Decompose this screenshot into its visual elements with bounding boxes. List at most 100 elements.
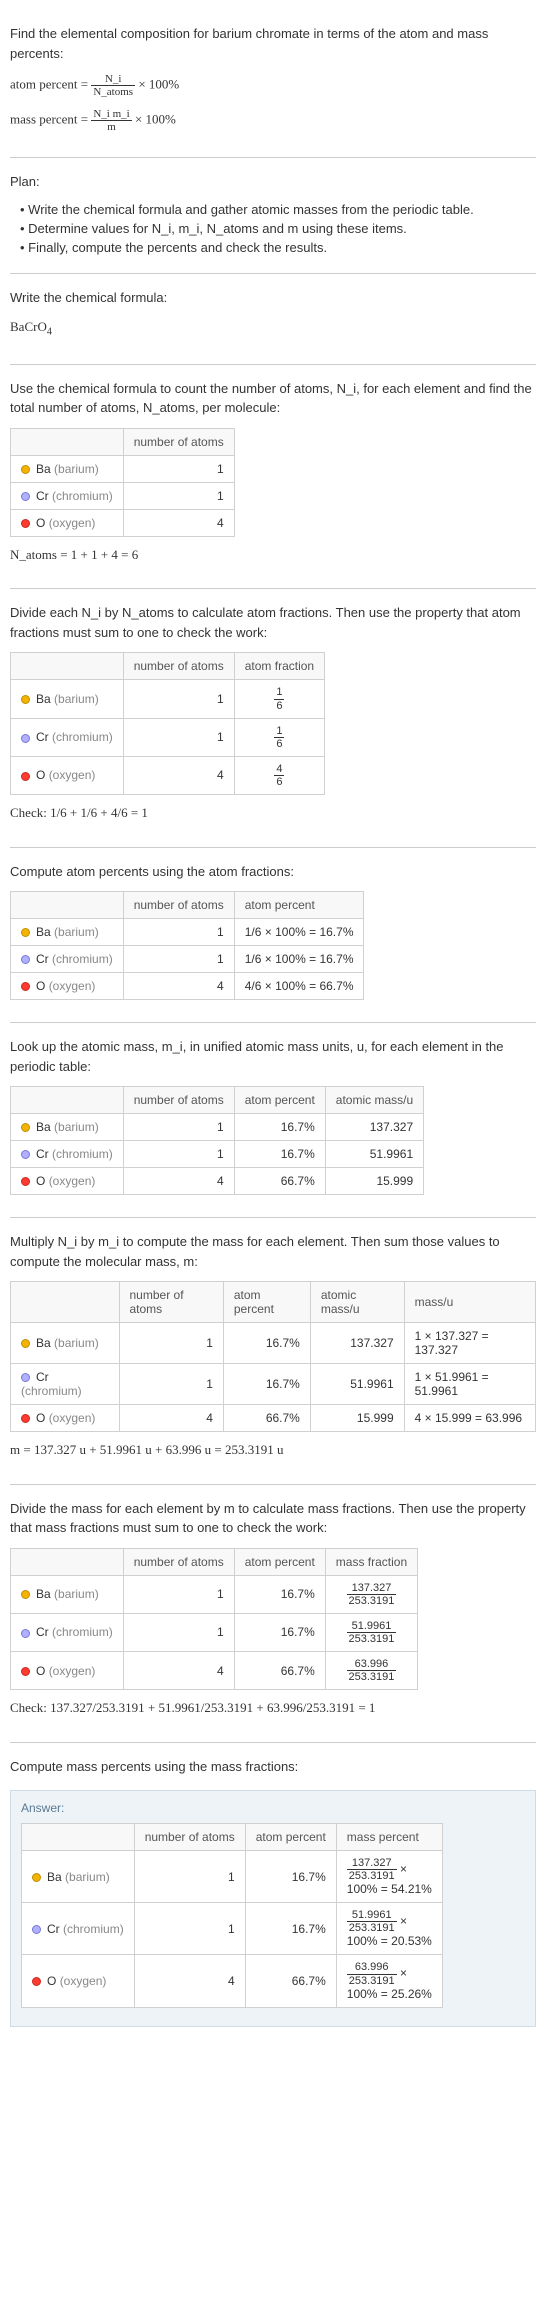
hdr-atom-percent: atom percent (223, 1282, 310, 1323)
frac-num: N_i m_i (91, 108, 131, 121)
mass-percent-result: 100% = 25.26% (347, 1987, 432, 2001)
answer-table: number of atomsatom percentmass percent … (21, 1823, 443, 2008)
table-row: Ba (barium) 1 16.7% 137.327253.3191 (11, 1575, 418, 1613)
mass-calc: 1 × 137.327 = 137.327 (404, 1323, 535, 1364)
table-row: O (oxygen) 4 4/6 × 100% = 66.7% (11, 973, 364, 1000)
times-label: × (397, 1966, 407, 1980)
atom-percent: 16.7% (223, 1364, 310, 1405)
hdr-num-atoms: number of atoms (123, 892, 234, 919)
element-dot-icon (21, 1339, 30, 1348)
n-atoms: 1 (123, 919, 234, 946)
plan-title: Plan: (10, 172, 536, 192)
frac-num: 1 (274, 725, 284, 738)
element-symbol: O (36, 1411, 45, 1425)
element-symbol: O (47, 1974, 56, 1988)
hdr-atom-percent: atom percent (234, 1087, 325, 1114)
massfrac-check: Check: 137.327/253.3191 + 51.9961/253.31… (10, 1698, 536, 1718)
mass-percent-frac: 63.996253.3191 (347, 1961, 397, 1986)
frac-den: 253.3191 (347, 1975, 397, 1987)
element-dot-icon (21, 492, 30, 501)
atommass-section: Look up the atomic mass, m_i, in unified… (10, 1023, 536, 1218)
mass-percent-frac: N_i m_i m (91, 108, 131, 133)
atom-fraction: 16 (274, 686, 284, 711)
hdr-num-atoms: number of atoms (123, 1548, 234, 1575)
table-row: Cr (chromium) 1 16.7% 51.9961253.3191 × … (22, 1903, 443, 1955)
times-100: × 100% (138, 77, 179, 92)
frac-num: 63.996 (347, 1658, 397, 1671)
n-atoms: 1 (123, 455, 234, 482)
mass-percent-result: 100% = 54.21% (347, 1882, 432, 1896)
table-row: Cr (chromium) 1 (11, 482, 235, 509)
element-dot-icon (21, 734, 30, 743)
table-row: Ba (barium) 1 1/6 × 100% = 16.7% (11, 919, 364, 946)
element-dot-icon (21, 928, 30, 937)
atom-percent: 16.7% (234, 1141, 325, 1168)
element-symbol: Ba (36, 1587, 51, 1601)
n-atoms: 1 (134, 1903, 245, 1955)
n-atoms: 1 (123, 1141, 234, 1168)
element-dot-icon (21, 1414, 30, 1423)
hdr-mass-percent: mass percent (336, 1824, 442, 1851)
hdr-num-atoms: number of atoms (119, 1282, 223, 1323)
element-name: (chromium) (52, 1147, 113, 1161)
element-symbol: Ba (36, 1336, 51, 1350)
element-symbol: O (36, 516, 45, 530)
plan-bullet: • Finally, compute the percents and chec… (10, 240, 536, 255)
n-atoms: 1 (123, 680, 234, 718)
frac-den: 253.3191 (347, 1595, 397, 1607)
atom-percent-def: atom percent = N_i N_atoms × 100% (10, 73, 536, 98)
atomfrac-title: Divide each N_i by N_atoms to calculate … (10, 603, 536, 642)
mult-title: Multiply N_i by m_i to compute the mass … (10, 1232, 536, 1271)
atom-percent: 16.7% (245, 1903, 336, 1955)
n-atoms: 1 (123, 946, 234, 973)
plan-section: Plan: • Write the chemical formula and g… (10, 158, 536, 274)
n-atoms: 4 (134, 1955, 245, 2007)
element-name: (oxygen) (49, 979, 96, 993)
atompct-section: Compute atom percents using the atom fra… (10, 848, 536, 1024)
n-atoms: 1 (123, 1114, 234, 1141)
times-label: × (397, 1914, 407, 1928)
frac-den: 253.3191 (347, 1922, 397, 1934)
element-name: (oxygen) (49, 1174, 96, 1188)
mass-percent-def: mass percent = N_i m_i m × 100% (10, 108, 536, 133)
atom-percent: 66.7% (245, 1955, 336, 2007)
element-name: (barium) (54, 462, 99, 476)
element-name: (barium) (65, 1870, 110, 1884)
formula-title: Write the chemical formula: (10, 288, 536, 308)
n-atoms: 1 (119, 1364, 223, 1405)
element-dot-icon (21, 1373, 30, 1382)
atom-percent: 4/6 × 100% = 66.7% (234, 973, 364, 1000)
atompct-title: Compute atom percents using the atom fra… (10, 862, 536, 882)
mass-fraction: 63.996253.3191 (347, 1658, 397, 1683)
frac-den: 6 (274, 700, 284, 712)
element-dot-icon (21, 955, 30, 964)
mass-fraction: 137.327253.3191 (347, 1582, 397, 1607)
element-dot-icon (21, 1123, 30, 1132)
atommass-title: Look up the atomic mass, m_i, in unified… (10, 1037, 536, 1076)
plan-bullet: • Write the chemical formula and gather … (10, 202, 536, 217)
hdr-atom-percent: atom percent (234, 1548, 325, 1575)
hdr-num-atoms: number of atoms (123, 428, 234, 455)
table-row: O (oxygen) 4 66.7% 15.999 (11, 1168, 424, 1195)
n-atoms: 1 (123, 718, 234, 756)
table-row: Ba (barium) 1 16 (11, 680, 325, 718)
frac-den: N_atoms (91, 86, 135, 98)
element-symbol: Cr (36, 1147, 49, 1161)
natoms-sum: N_atoms = 1 + 1 + 4 = 6 (10, 545, 536, 565)
atomfrac-section: Divide each N_i by N_atoms to calculate … (10, 589, 536, 847)
n-atoms: 4 (123, 509, 234, 536)
hdr-mass: mass/u (404, 1282, 535, 1323)
element-dot-icon (21, 1590, 30, 1599)
element-dot-icon (21, 1667, 30, 1676)
element-name: (barium) (54, 1336, 99, 1350)
element-name: (chromium) (52, 730, 113, 744)
hdr-atom-percent: atom percent (245, 1824, 336, 1851)
hdr-num-atoms: number of atoms (134, 1824, 245, 1851)
frac-den: 253.3191 (347, 1870, 397, 1882)
atom-percent: 66.7% (234, 1651, 325, 1689)
mass-percent-label: mass percent = (10, 112, 91, 127)
frac-den: 253.3191 (347, 1633, 397, 1645)
table-row: Cr (chromium) 1 16.7% 51.9961 1 × 51.996… (11, 1364, 536, 1405)
count-table: number of atoms Ba (barium) 1 Cr (chromi… (10, 428, 235, 537)
atom-percent-frac: N_i N_atoms (91, 73, 135, 98)
